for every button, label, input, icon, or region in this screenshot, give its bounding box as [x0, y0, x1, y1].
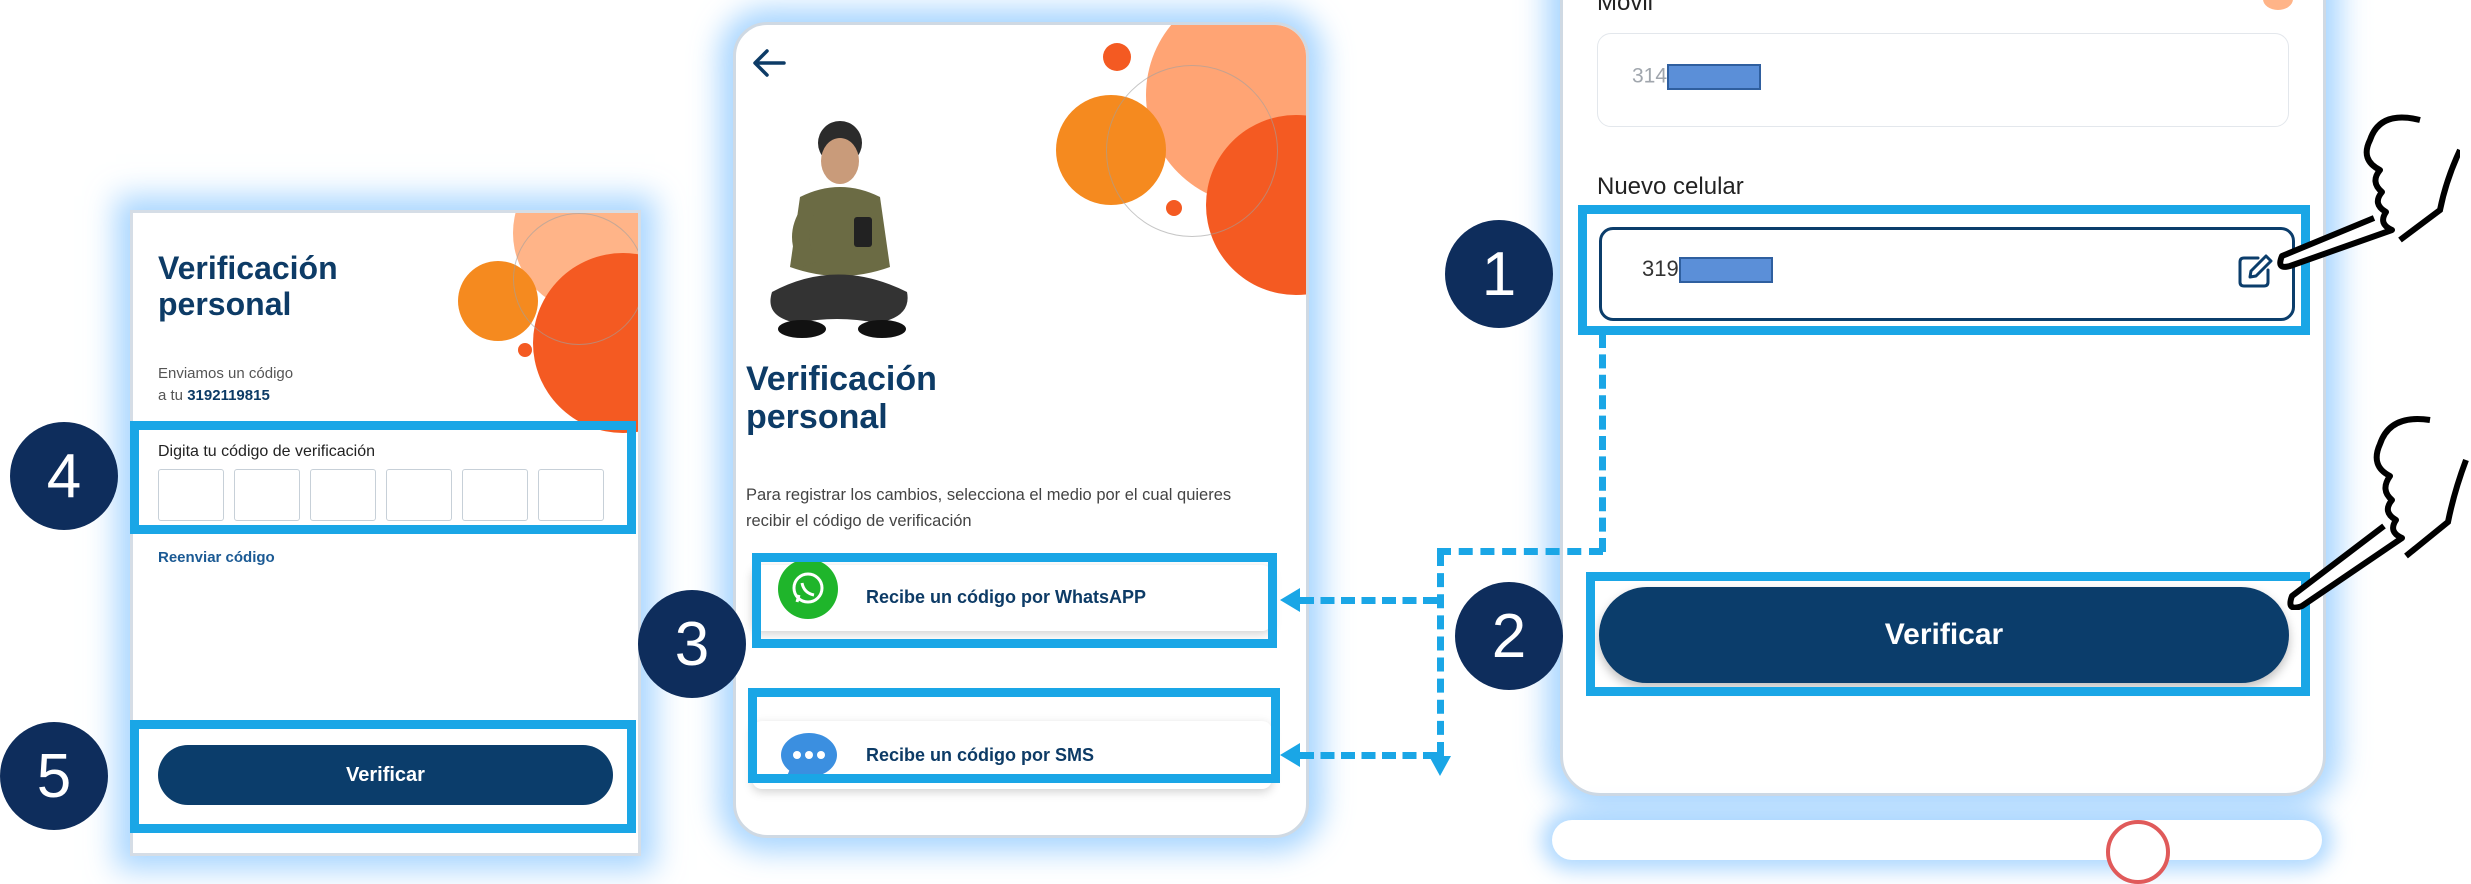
- decor-bubble: [518, 343, 532, 357]
- pointing-hand-icon: [2270, 100, 2463, 285]
- decor-bubble: [2106, 820, 2170, 884]
- pointing-hand-icon: [2280, 410, 2470, 615]
- decor-bubble: [2263, 0, 2293, 10]
- highlight-whatsapp-option: [752, 553, 1277, 648]
- page-title: Verificación personal: [158, 250, 338, 322]
- instructions-text: Para registrar los cambios, selecciona e…: [746, 486, 1232, 530]
- decor-bubble: [1106, 65, 1278, 237]
- page-title: Verificación personal: [746, 360, 937, 437]
- sent-prefix: Enviamos un código: [158, 365, 294, 382]
- flow-connector: [1300, 597, 1437, 604]
- arrow-head-icon: [1280, 588, 1300, 612]
- flow-connector: [1437, 548, 1603, 555]
- next-card-edge: [1552, 820, 2322, 860]
- highlight-sms-option: [748, 688, 1280, 783]
- flow-connector: [1300, 752, 1437, 759]
- decor-bubble: [1166, 200, 1182, 216]
- decor-bubble: [513, 213, 638, 345]
- sent-to-line: a tu 3192119815: [158, 385, 293, 407]
- step-badge-5: 5: [0, 722, 108, 830]
- flow-connector: [1599, 334, 1606, 552]
- step-badge-1: 1: [1445, 220, 1553, 328]
- decor-bubble: [1103, 43, 1131, 71]
- movil-label: Movil: [1597, 0, 1654, 16]
- sent-to-label: a tu: [158, 386, 184, 404]
- person-illustration: [742, 117, 932, 362]
- new-phone-label: Nuevo celular: [1597, 173, 1744, 200]
- phone-number: 3192119815: [187, 386, 270, 404]
- highlight-verify-button: [1586, 572, 2310, 696]
- redacted-digits: [1667, 64, 1762, 90]
- current-phone-prefix: 314: [1632, 64, 1668, 88]
- highlight-code-inputs: [130, 421, 636, 534]
- current-phone-field: 314: [1597, 33, 2289, 127]
- sent-info: Enviamos un código a tu 3192119815: [158, 363, 293, 407]
- arrow-head-icon: [1429, 756, 1451, 776]
- current-phone-value: 314: [1632, 64, 1762, 90]
- flow-connector: [1437, 552, 1444, 756]
- step-badge-3: 3: [638, 590, 746, 698]
- arrow-head-icon: [1280, 743, 1300, 767]
- step-badge-2: 2: [1455, 582, 1563, 690]
- back-arrow-icon[interactable]: [750, 45, 790, 86]
- highlight-new-phone: [1578, 205, 2310, 335]
- highlight-verify-button: [130, 720, 636, 833]
- step-badge-4: 4: [10, 422, 118, 530]
- resend-code-link[interactable]: Reenviar código: [158, 549, 275, 566]
